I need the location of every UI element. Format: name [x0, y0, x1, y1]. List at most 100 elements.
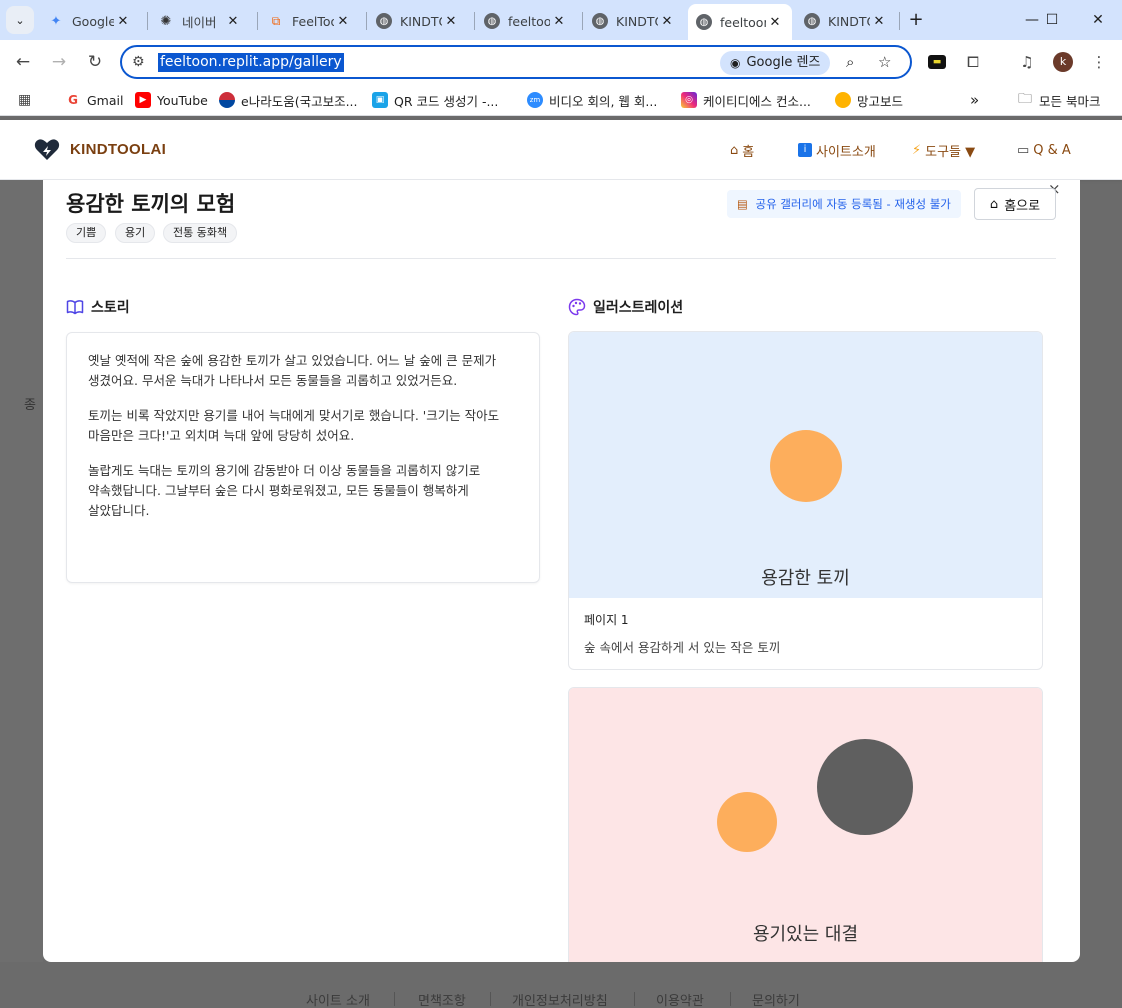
close-icon[interactable]: ✕ — [442, 14, 460, 29]
globe-icon: ◍ — [804, 13, 820, 29]
footer-link-privacy[interactable]: 개인정보처리방침 — [512, 990, 608, 1008]
close-icon[interactable]: ✕ — [334, 14, 352, 29]
browser-tab-3[interactable]: ⧉ FeelToon ✕ — [260, 6, 360, 36]
plus-icon: + — [908, 9, 924, 30]
footer-link-contact[interactable]: 문의하기 — [752, 990, 800, 1008]
tab-divider — [474, 12, 475, 30]
tab-search-button[interactable]: ⌄ — [6, 6, 34, 34]
illustration-canvas: 용기있는 대결 — [569, 688, 1042, 962]
address-bar[interactable]: ⚙ feeltoon.replit.app/gallery ◉ Google 렌… — [120, 45, 912, 79]
globe-icon: ◍ — [484, 13, 500, 29]
illustration-card-2: 용기있는 대결 — [568, 687, 1043, 962]
tab-divider — [366, 12, 367, 30]
bookmark-qr[interactable]: ▣ QR 코드 생성기 -... — [372, 90, 498, 110]
browser-tab-2[interactable]: ✺ 네이버 ✕ — [150, 6, 250, 36]
browser-tab-4[interactable]: ◍ KINDTOOL ✕ — [368, 6, 468, 36]
media-control-icon[interactable]: ♫ — [1015, 50, 1039, 74]
info-icon: i — [798, 143, 812, 157]
bookmark-gmail[interactable]: G Gmail — [65, 90, 123, 110]
search-icon[interactable]: ⌕ — [846, 53, 854, 71]
footer-link-about[interactable]: 사이트 소개 — [306, 990, 370, 1008]
rabbit-shape — [717, 792, 777, 852]
browser-tab-8[interactable]: ◍ KINDTOOL ✕ — [796, 6, 896, 36]
close-icon[interactable]: ✕ — [114, 14, 132, 29]
youtube-icon: ▶ — [135, 92, 151, 108]
footer-link-disclaimer[interactable]: 면책조항 — [418, 990, 466, 1008]
browser-tab-6[interactable]: ◍ KINDTOOL ✕ — [584, 6, 684, 36]
close-icon[interactable]: ✕ — [766, 15, 784, 30]
bookmark-label: Gmail — [87, 92, 124, 108]
all-bookmarks-button[interactable]: 🗀 모든 북마크 — [1017, 90, 1100, 110]
forward-button[interactable]: → — [45, 48, 73, 76]
illustration-heading: 일러스트레이션 — [593, 300, 684, 316]
nav-about[interactable]: i 사이트소개 — [798, 140, 876, 160]
footer-link-terms[interactable]: 이용약관 — [656, 990, 704, 1008]
go-home-button[interactable]: ⌂ 홈으로 — [974, 188, 1056, 220]
new-tab-button[interactable]: + — [904, 8, 928, 32]
home-icon: ⌂ — [989, 196, 999, 212]
nav-tools[interactable]: ⚡ 도구들 ▼ — [912, 140, 975, 160]
book-open-icon — [66, 300, 84, 315]
logo-icon[interactable] — [34, 137, 60, 163]
nav-home[interactable]: ⌂ 홈 — [730, 140, 754, 160]
avatar[interactable]: k — [1053, 52, 1073, 72]
bookmark-youtube[interactable]: ▶ YouTube — [135, 90, 208, 110]
url-text[interactable]: feeltoon.replit.app/gallery — [158, 53, 344, 72]
nav-qna[interactable]: ▭ Q & A — [1017, 140, 1071, 160]
extension-badge-icon: ▬ — [928, 55, 946, 69]
google-lens-button[interactable]: ◉ Google 렌즈 — [720, 51, 831, 75]
back-button[interactable]: ← — [9, 48, 37, 76]
apps-grid-icon[interactable]: ▦ — [18, 90, 31, 110]
korea-gov-icon — [219, 92, 235, 108]
qr-icon: ▣ — [372, 92, 388, 108]
lightning-icon: ⚡ — [912, 142, 922, 158]
extension-icon[interactable]: ▬ — [925, 50, 949, 74]
browser-tab-5[interactable]: ◍ feeltoon ✕ — [476, 6, 576, 36]
close-icon[interactable]: ✕ — [658, 14, 676, 29]
menu-kebab-icon[interactable]: ⋮ — [1087, 50, 1111, 74]
illustration-caption: 용감한 토끼 — [761, 568, 850, 589]
site-settings-icon[interactable]: ⚙ — [132, 54, 145, 70]
extensions-puzzle-icon[interactable]: ⧠ — [961, 50, 985, 74]
story-heading: 스토리 — [91, 300, 130, 316]
tab-divider — [582, 12, 583, 30]
more-bookmarks-button[interactable]: » — [970, 90, 979, 110]
modal-backdrop[interactable] — [0, 180, 43, 1008]
close-icon[interactable]: ✕ — [870, 14, 888, 29]
bookmark-zoom[interactable]: zm 비디오 회의, 웹 회... — [527, 90, 657, 110]
illustration-card-1: 용감한 토끼 페이지 1 숲 속에서 용감하게 서 있는 작은 토끼 — [568, 331, 1043, 670]
tab-divider — [257, 12, 258, 30]
story-text-box: 옛날 옛적에 작은 숲에 용감한 토끼가 살고 있었습니다. 어느 날 숲에 큰… — [66, 332, 540, 583]
footer-divider — [394, 992, 395, 1006]
lens-icon: ◉ — [730, 56, 741, 70]
illustration-description: 숲 속에서 용감하게 서 있는 작은 토끼 — [584, 640, 781, 655]
bookmark-enaradoum[interactable]: e나라도움(국고보조... — [219, 90, 358, 110]
maximize-button[interactable]: ☐ — [1032, 6, 1072, 34]
gemini-icon: ✦ — [50, 13, 62, 29]
reload-button[interactable]: ↻ — [81, 48, 109, 76]
brand-name[interactable]: KINDTOOLAI — [70, 141, 166, 158]
bookmark-ktds[interactable]: ◎ 케이티디에스 컨소... — [681, 90, 811, 110]
star-icon[interactable]: ☆ — [878, 53, 891, 71]
tab-title: feeltoon — [720, 14, 766, 30]
tab-divider — [147, 12, 148, 30]
tag-style: 전통 동화책 — [163, 223, 238, 243]
lens-label: Google 렌즈 — [746, 55, 821, 70]
tab-title: KINDTOOL — [616, 13, 658, 29]
nav-label: Q & A — [1033, 142, 1071, 158]
story-paragraph: 옛날 옛적에 작은 숲에 용감한 토끼가 살고 있었습니다. 어느 날 숲에 큰… — [88, 353, 497, 388]
header-divider — [66, 258, 1056, 259]
gmail-icon: G — [68, 93, 78, 107]
browser-tab-1[interactable]: ✦ Google ✕ — [40, 6, 140, 36]
browser-tab-active[interactable]: ◍ feeltoon ✕ — [688, 4, 792, 40]
close-icon[interactable]: ✕ — [550, 14, 568, 29]
globe-icon: ◍ — [592, 13, 608, 29]
nav-label: 사이트소개 — [816, 144, 876, 160]
story-detail-modal: × 용감한 토끼의 모험 기쁨 용기 전통 동화책 ▤ 공유 갤러리에 자동 등… — [43, 180, 1080, 962]
window-close-button[interactable]: ✕ — [1078, 6, 1118, 34]
story-paragraph: 토끼는 비록 작았지만 용기를 내어 늑대에게 맞서기로 했습니다. '크기는 … — [88, 408, 500, 443]
nav-label: 홈 — [742, 144, 755, 160]
bookmark-mangoboard[interactable]: 망고보드 — [835, 90, 903, 110]
close-icon[interactable]: ✕ — [224, 14, 242, 29]
globe-icon: ◍ — [696, 14, 712, 30]
